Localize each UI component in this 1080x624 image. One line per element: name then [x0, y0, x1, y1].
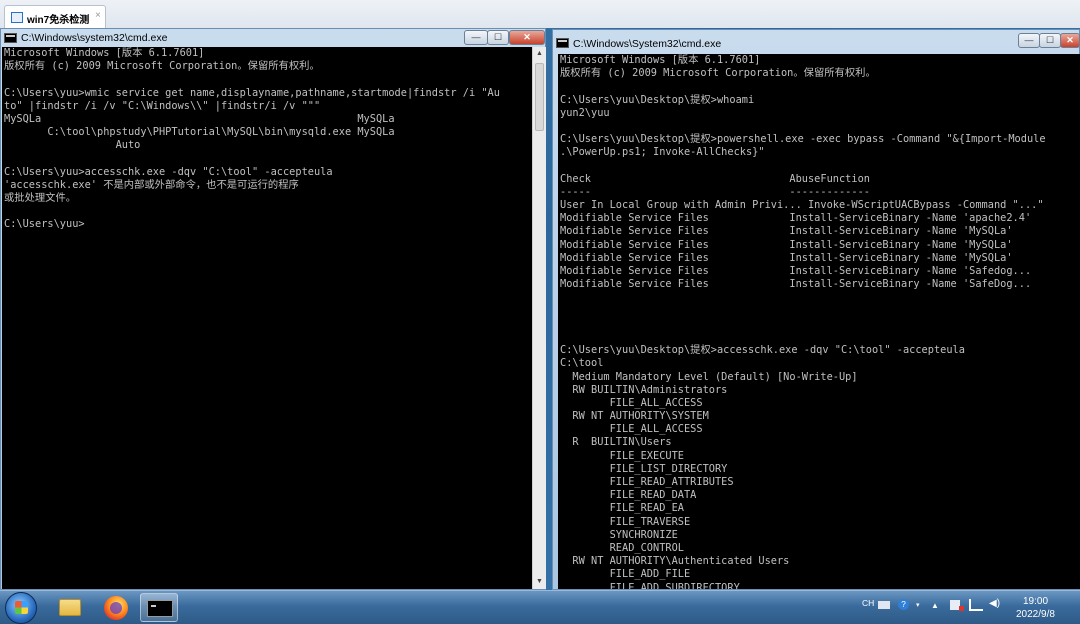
title-bar[interactable]: C:\Windows\System32\cmd.exe — ☐ ✕: [553, 30, 1080, 54]
window-icon: [11, 12, 23, 23]
clock-time[interactable]: 19:00: [1023, 596, 1048, 607]
console-line: FILE_READ_DATA: [560, 489, 697, 502]
cmd-window-left[interactable]: C:\Windows\system32\cmd.exe — ☐ ✕ Micros…: [0, 28, 546, 590]
console-line: Microsoft Windows [版本 6.1.7601]: [560, 54, 761, 66]
console-line: C:\Users\yuu\Desktop\提权>accesschk.exe -d…: [560, 344, 965, 357]
console-line: FILE_EXECUTE: [560, 449, 684, 462]
console-line: FILE_LIST_DIRECTORY: [560, 462, 728, 475]
show-hidden-icon[interactable]: ▲: [931, 601, 939, 610]
tab-strip: win7免杀检测 ×: [0, 0, 1080, 29]
console-line: FILE_ALL_ACCESS: [560, 423, 703, 436]
cmd-window-right[interactable]: C:\Windows\System32\cmd.exe — ☐ ✕ Micros…: [552, 29, 1080, 590]
folder-icon: [59, 599, 81, 616]
scroll-thumb[interactable]: [535, 63, 544, 131]
console-line: C:\Users\yuu>accesschk.exe -dqv "C:\tool…: [4, 165, 333, 178]
close-icon[interactable]: ×: [95, 10, 101, 21]
console-line: FILE_ADD_FILE: [560, 568, 691, 581]
close-button[interactable]: ✕: [1060, 33, 1080, 48]
tab-title: win7免杀检测: [27, 15, 90, 26]
console-line: Modifiable Service Files Install-Service…: [560, 278, 1032, 291]
cmd-icon: [556, 38, 569, 48]
console-line: Modifiable Service Files Install-Service…: [560, 265, 1032, 277]
title-bar[interactable]: C:\Windows\system32\cmd.exe — ☐ ✕: [1, 29, 545, 48]
console-line: MySQLa MySQLa: [4, 112, 395, 125]
console-line: yun2\yuu: [560, 106, 610, 119]
console-line: Check AbuseFunction: [560, 172, 870, 185]
console-line: FILE_READ_ATTRIBUTES: [560, 476, 734, 488]
scroll-down-arrow-icon[interactable]: ▼: [533, 575, 546, 589]
console-line: to" |findstr /i /v "C:\Windows\\" |finds…: [4, 99, 321, 112]
console-line: C:\Users\yuu>: [4, 218, 85, 231]
console-line: Modifiable Service Files Install-Service…: [560, 251, 1013, 264]
console-line: C:\tool\phpstudy\PHPTutorial\MySQL\bin\m…: [4, 126, 395, 139]
maximize-button[interactable]: ☐: [487, 30, 509, 45]
console-line: FILE_READ_EA: [560, 502, 684, 515]
vertical-scrollbar[interactable]: ▲ ▼: [532, 47, 546, 589]
firefox-icon: [104, 596, 128, 620]
console-line: 或批处理文件。: [4, 192, 77, 205]
taskbar-firefox[interactable]: [97, 593, 135, 622]
minimize-button[interactable]: —: [464, 30, 488, 45]
console-line: SYNCHRONIZE: [560, 528, 678, 541]
console-line: 版权所有 (c) 2009 Microsoft Corporation。保留所有…: [560, 67, 876, 80]
console-line: C:\Users\yuu\Desktop\提权>whoami: [560, 93, 755, 106]
console-line: C:\tool: [560, 357, 604, 370]
scroll-up-arrow-icon[interactable]: ▲: [533, 47, 546, 61]
console-line: RW NT AUTHORITY\Authenticated Users: [560, 555, 790, 568]
console-line: C:\Users\yuu\Desktop\提权>powershell.exe -…: [560, 133, 1046, 146]
maximize-button[interactable]: ☐: [1039, 33, 1061, 48]
console-line: FILE_ALL_ACCESS: [560, 396, 703, 409]
console-line: RW NT AUTHORITY\SYSTEM: [560, 410, 709, 423]
console-line: READ_CONTROL: [560, 541, 684, 554]
console-line: C:\Users\yuu>wmic service get name,displ…: [4, 86, 500, 99]
console-line: .\PowerUp.ps1; Invoke-AllChecks}": [560, 146, 765, 159]
alert-flag-icon: [959, 606, 964, 611]
console-output[interactable]: Microsoft Windows [版本 6.1.7601] 版权所有 (c) …: [558, 54, 1080, 589]
minimize-button[interactable]: —: [1018, 33, 1040, 48]
console-line: 'accesschk.exe' 不是内部或外部命令，也不是可运行的程序: [4, 178, 299, 191]
cmd-icon: [147, 600, 173, 617]
console-line: ----- -------------: [560, 185, 870, 198]
tray-expand-icon[interactable]: ▾: [916, 601, 920, 609]
window-title: C:\Windows\system32\cmd.exe: [21, 32, 168, 44]
tab-win7-detection[interactable]: win7免杀检测 ×: [4, 5, 106, 28]
console-line: FILE_TRAVERSE: [560, 515, 691, 528]
close-button[interactable]: ✕: [509, 30, 545, 45]
network-icon[interactable]: [969, 599, 983, 611]
console-line: Modifiable Service Files Install-Service…: [560, 212, 1032, 225]
start-button[interactable]: [5, 592, 37, 624]
console-line: Modifiable Service Files Install-Service…: [560, 238, 1013, 251]
language-indicator[interactable]: CH: [862, 598, 874, 608]
console-line: FILE_ADD_SUBDIRECTORY: [560, 581, 740, 590]
console-line: Auto: [4, 139, 141, 152]
help-icon[interactable]: ?: [898, 599, 909, 610]
windows-logo-icon: [15, 601, 28, 614]
cmd-icon: [4, 33, 17, 43]
taskbar-explorer[interactable]: [50, 593, 88, 622]
console-line: RW BUILTIN\Administrators: [560, 383, 728, 396]
taskbar: CH ? ▾ ▲ ◀) 19:00 2022/9/8: [0, 590, 1080, 624]
console-output[interactable]: Microsoft Windows [版本 6.1.7601] 版权所有 (c) …: [2, 47, 532, 589]
console-line: Microsoft Windows [版本 6.1.7601]: [4, 47, 205, 59]
console-line: Medium Mandatory Level (Default) [No-Wri…: [560, 370, 858, 383]
window-title: C:\Windows\System32\cmd.exe: [573, 38, 722, 50]
console-line: 版权所有 (c) 2009 Microsoft Corporation。保留所有…: [4, 60, 320, 73]
console-line: User In Local Group with Admin Privi... …: [560, 199, 1044, 212]
volume-icon[interactable]: ◀): [989, 598, 1000, 609]
taskbar-cmd[interactable]: [140, 593, 178, 622]
clock-date[interactable]: 2022/9/8: [1016, 609, 1055, 620]
console-line: Modifiable Service Files Install-Service…: [560, 225, 1013, 238]
keyboard-icon[interactable]: [878, 601, 890, 609]
console-line: R BUILTIN\Users: [560, 436, 672, 449]
